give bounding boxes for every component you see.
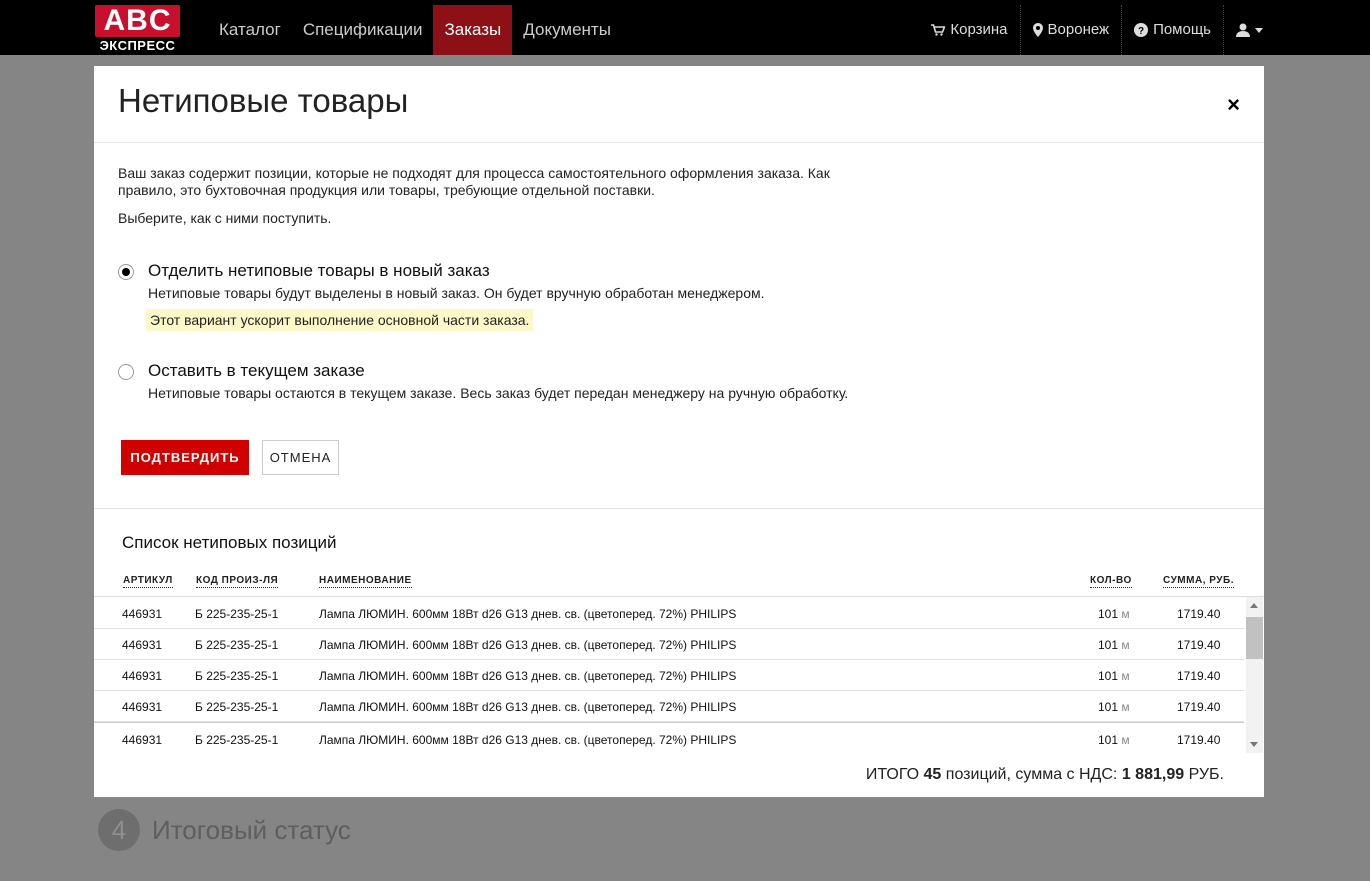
city-link[interactable]: Воронеж — [1019, 5, 1122, 55]
option-description: Нетиповые товары будут выделены в новый … — [148, 285, 765, 301]
total-count: 45 — [923, 766, 942, 783]
cell-article: 446931 — [122, 607, 163, 621]
nav-item-documents[interactable]: Документы — [512, 5, 622, 55]
logo-wordmark: ЭКСПРЕСС — [99, 38, 176, 53]
section-divider — [94, 508, 1264, 509]
column-header-article[interactable]: АРТИКУЛ — [123, 575, 173, 588]
cell-qty: 101 м — [1098, 638, 1130, 652]
confirm-button[interactable]: ПОДТВЕРДИТЬ — [121, 440, 249, 475]
cell-sum: 1719.40 — [1177, 638, 1221, 652]
cell-article: 446931 — [122, 733, 163, 747]
qty-value: 101 — [1098, 669, 1119, 683]
intro-text: Ваш заказ содержит позиции, которые не п… — [118, 165, 830, 198]
qty-unit: м — [1121, 607, 1130, 621]
cell-code: Б 225-235-25-1 — [195, 669, 279, 683]
cell-article: 446931 — [122, 669, 163, 683]
cell-qty: 101 м — [1098, 607, 1130, 621]
cell-name: Лампа ЛЮМИН. 600мм 18Вт d26 G13 днев. св… — [319, 700, 737, 714]
top-navbar: ABC ЭКСПРЕСС Каталог Спецификации Заказы… — [0, 0, 1370, 55]
column-header-name[interactable]: НАИМЕНОВАНИЕ — [319, 575, 412, 588]
nav-right: Корзина Воронеж ? Помощь — [919, 5, 1275, 55]
help-link[interactable]: ? Помощь — [1121, 5, 1223, 55]
user-menu[interactable] — [1223, 5, 1275, 55]
cancel-button[interactable]: ОТМЕНА — [262, 440, 339, 475]
cart-label: Корзина — [950, 21, 1008, 38]
question-circle-icon: ? — [1134, 23, 1149, 37]
total-middle: позиций, сумма с НДС: — [945, 766, 1118, 783]
modal-title: Нетиповые товары — [118, 82, 409, 119]
svg-text:?: ? — [1138, 26, 1144, 37]
cell-qty: 101 м — [1098, 669, 1130, 683]
cell-name: Лампа ЛЮМИН. 600мм 18Вт d26 G13 днев. св… — [319, 669, 737, 683]
scroll-up-arrow-icon[interactable] — [1250, 603, 1258, 608]
list-title: Список нетиповых позиций — [122, 533, 337, 552]
nontypical-goods-modal: Нетиповые товары × Ваш заказ содержит по… — [94, 66, 1264, 797]
option-note: Этот вариант ускорит выполнение основной… — [146, 309, 534, 331]
close-icon[interactable]: × — [1227, 94, 1240, 116]
cell-sum: 1719.40 — [1177, 700, 1221, 714]
caret-down-icon — [1255, 27, 1263, 33]
cell-sum: 1719.40 — [1177, 669, 1221, 683]
cell-article: 446931 — [122, 638, 163, 652]
qty-value: 101 — [1098, 638, 1119, 652]
cell-sum: 1719.40 — [1177, 607, 1221, 621]
cell-code: Б 225-235-25-1 — [195, 638, 279, 652]
main-nav: Каталог Спецификации Заказы Документы — [208, 5, 622, 55]
table-row: 446931 Б 225-235-25-1 Лампа ЛЮМИН. 600мм… — [94, 659, 1244, 691]
qty-unit: м — [1121, 638, 1130, 652]
step-title: Итоговый статус — [152, 814, 351, 845]
radio-split-order[interactable] — [118, 264, 134, 280]
cart-link[interactable]: Корзина — [919, 5, 1019, 55]
table-scrollbar[interactable] — [1246, 597, 1263, 753]
cell-name: Лампа ЛЮМИН. 600мм 18Вт d26 G13 днев. св… — [319, 607, 737, 621]
option-label[interactable]: Оставить в текущем заказе — [148, 361, 365, 381]
scroll-down-arrow-icon[interactable] — [1250, 742, 1258, 747]
qty-value: 101 — [1098, 607, 1119, 621]
qty-value: 101 — [1098, 733, 1119, 747]
order-total: ИТОГО 45 позиций, сумма с НДС: 1 881,99 … — [866, 766, 1224, 784]
cell-code: Б 225-235-25-1 — [195, 700, 279, 714]
cell-article: 446931 — [122, 700, 163, 714]
intro-question: Выберите, как с ними поступить. — [118, 210, 332, 226]
logo-mark: ABC — [95, 5, 180, 37]
map-marker-icon — [1032, 23, 1043, 37]
background-step: 4 Итоговый статус — [98, 809, 351, 851]
total-currency: РУБ. — [1188, 766, 1224, 783]
modal-header: Нетиповые товары × — [94, 66, 1264, 143]
qty-value: 101 — [1098, 700, 1119, 714]
cart-icon — [931, 24, 946, 36]
cell-code: Б 225-235-25-1 — [195, 607, 279, 621]
qty-unit: м — [1121, 669, 1130, 683]
cell-code: Б 225-235-25-1 — [195, 733, 279, 747]
nav-item-catalog[interactable]: Каталог — [208, 5, 292, 55]
help-label: Помощь — [1153, 21, 1211, 38]
table-row: 446931 Б 225-235-25-1 Лампа ЛЮМИН. 600мм… — [94, 597, 1244, 629]
step-number: 4 — [98, 809, 140, 851]
nav-item-orders[interactable]: Заказы — [433, 5, 513, 55]
nav-item-specifications[interactable]: Спецификации — [292, 5, 434, 55]
total-amount: 1 881,99 — [1121, 766, 1185, 783]
table-row: 446931 Б 225-235-25-1 Лампа ЛЮМИН. 600мм… — [94, 690, 1244, 722]
scroll-thumb[interactable] — [1246, 617, 1263, 659]
cell-qty: 101 м — [1098, 700, 1130, 714]
column-header-code[interactable]: КОД ПРОИЗ-ЛЯ — [196, 575, 279, 588]
option-label[interactable]: Отделить нетиповые товары в новый заказ — [148, 261, 490, 281]
total-prefix: ИТОГО — [865, 766, 920, 783]
cell-sum: 1719.40 — [1177, 733, 1221, 747]
cell-qty: 101 м — [1098, 733, 1130, 747]
cell-name: Лампа ЛЮМИН. 600мм 18Вт d26 G13 днев. св… — [319, 638, 737, 652]
column-header-sum[interactable]: СУММА, РУБ. — [1163, 575, 1234, 588]
items-table[interactable]: 446931 Б 225-235-25-1 Лампа ЛЮМИН. 600мм… — [94, 596, 1264, 754]
cell-name: Лампа ЛЮМИН. 600мм 18Вт d26 G13 днев. св… — [319, 733, 737, 747]
user-icon — [1236, 23, 1250, 37]
qty-unit: м — [1121, 733, 1130, 747]
radio-keep-in-order[interactable] — [118, 364, 134, 380]
qty-unit: м — [1121, 700, 1130, 714]
option-description: Нетиповые товары остаются в текущем зака… — [148, 385, 849, 401]
column-header-qty[interactable]: КОЛ-ВО — [1090, 575, 1132, 588]
table-row: 446931 Б 225-235-25-1 Лампа ЛЮМИН. 600мм… — [94, 628, 1244, 660]
table-row: 446931 Б 225-235-25-1 Лампа ЛЮМИН. 600мм… — [94, 722, 1244, 754]
logo[interactable]: ABC ЭКСПРЕСС — [95, 5, 180, 53]
city-label: Воронеж — [1047, 21, 1110, 38]
